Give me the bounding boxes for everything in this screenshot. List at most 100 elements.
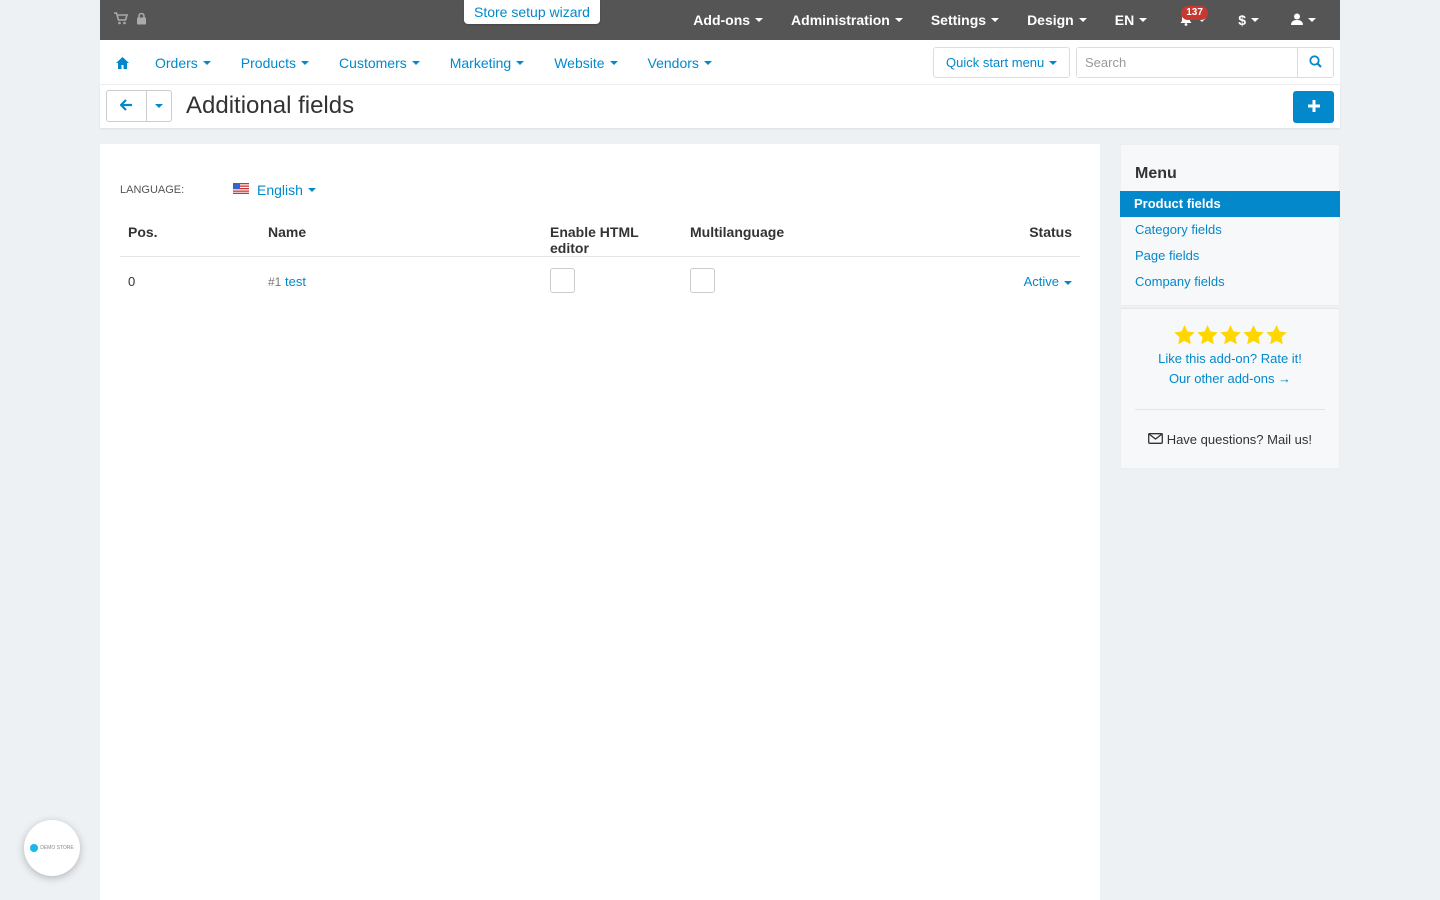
- col-status: Status: [882, 224, 1080, 257]
- table-row: 0 #1 test Active: [120, 257, 1080, 307]
- search-input[interactable]: [1077, 48, 1297, 77]
- star-icon: [1219, 325, 1241, 345]
- status-dropdown[interactable]: Active: [1024, 274, 1072, 289]
- sidebar-item-page-fields[interactable]: Page fields: [1121, 243, 1339, 269]
- col-name: Name: [260, 224, 542, 257]
- star-icon: [1196, 325, 1218, 345]
- currency-menu[interactable]: $: [1224, 0, 1273, 40]
- chevron-down-icon: [516, 60, 525, 65]
- chevron-down-icon: [609, 60, 618, 65]
- row-id: #1: [268, 275, 282, 290]
- chevron-down-icon: [755, 18, 764, 22]
- other-addons-link[interactable]: Our other add-ons →: [1135, 369, 1325, 389]
- demo-store-widget[interactable]: DEMO STORE: [24, 820, 80, 876]
- chevron-down-icon: [1251, 18, 1259, 22]
- quick-start-menu-button[interactable]: Quick start menu: [933, 47, 1070, 78]
- col-pos: Pos.: [120, 224, 260, 257]
- row-status-cell: Active: [882, 257, 1080, 307]
- chevron-down-icon: [301, 60, 310, 65]
- language-value: English: [257, 182, 303, 198]
- nav-customers[interactable]: Customers: [339, 55, 420, 71]
- fields-table: Pos. Name Enable HTML editor Multilangua…: [120, 224, 1080, 307]
- demo-store-logo-icon: [30, 844, 39, 852]
- chevron-down-icon: [1064, 280, 1072, 285]
- table-header-row: Pos. Name Enable HTML editor Multilangua…: [120, 224, 1080, 257]
- top-nav: Add-ons Administration Settings Design E…: [679, 0, 1340, 40]
- cart-icon[interactable]: [114, 12, 128, 25]
- back-button[interactable]: [107, 91, 147, 121]
- search-icon: [1309, 54, 1322, 71]
- settings-label: Settings: [930, 12, 987, 28]
- home-icon[interactable]: [116, 56, 129, 69]
- store-setup-wizard-button[interactable]: Store setup wizard: [464, 0, 600, 24]
- user-icon: [1291, 12, 1303, 28]
- add-field-button[interactable]: [1293, 91, 1334, 123]
- administration-menu[interactable]: Administration: [777, 0, 917, 40]
- nav-marketing[interactable]: Marketing: [449, 54, 525, 71]
- row-pos: 0: [128, 274, 136, 290]
- col-multilanguage: Multilanguage: [682, 224, 882, 257]
- nav-website[interactable]: Website: [554, 55, 618, 71]
- plus-icon: [1307, 99, 1320, 115]
- user-menu[interactable]: [1273, 0, 1340, 40]
- search-button[interactable]: [1297, 48, 1333, 77]
- top-left-icons: [114, 12, 147, 25]
- language-code-label: EN: [1114, 12, 1135, 28]
- multilanguage-checkbox[interactable]: [690, 267, 715, 293]
- language-label: LANGUAGE:: [120, 184, 185, 196]
- back-dropdown-button[interactable]: [147, 91, 171, 121]
- mail-us-link[interactable]: Have questions? Mail us!: [1135, 430, 1325, 450]
- settings-menu[interactable]: Settings: [917, 0, 1013, 40]
- chevron-down-icon: [1308, 18, 1316, 22]
- language-menu[interactable]: EN: [1101, 0, 1161, 40]
- chevron-down-icon: [411, 60, 420, 65]
- language-dropdown[interactable]: English: [257, 182, 316, 198]
- demo-store-logo-text: DEMO STORE: [40, 845, 74, 851]
- chevron-down-icon: [991, 18, 1000, 22]
- row-multilanguage-cell: [682, 257, 882, 307]
- addons-menu[interactable]: Add-ons: [679, 0, 777, 40]
- notifications-menu[interactable]: 137: [1161, 0, 1224, 40]
- nav-vendors-label: Vendors: [647, 54, 699, 71]
- mail-us-label: Have questions? Mail us!: [1166, 432, 1312, 447]
- addons-label: Add-ons: [693, 12, 751, 28]
- rate-addon-link[interactable]: Like this add-on? Rate it!: [1135, 349, 1325, 369]
- chevron-down-icon: [1078, 18, 1087, 22]
- design-label: Design: [1027, 12, 1074, 28]
- star-icon: [1173, 325, 1195, 345]
- nav-customers-label: Customers: [339, 54, 407, 71]
- star-icon: [1242, 325, 1264, 345]
- nav-orders-label: Orders: [155, 54, 198, 71]
- sidebar-title: Menu: [1135, 165, 1177, 182]
- main-nav: Orders Products Customers Marketing Webs…: [100, 40, 1340, 85]
- design-menu[interactable]: Design: [1013, 0, 1101, 40]
- top-bar: Store setup wizard Add-ons Administratio…: [100, 0, 1340, 40]
- nav-products[interactable]: Products: [240, 54, 310, 71]
- nav-vendors[interactable]: Vendors: [648, 55, 712, 71]
- language-selector: LANGUAGE: English: [120, 182, 316, 198]
- nav-orders[interactable]: Orders: [155, 55, 211, 71]
- administration-label: Administration: [791, 12, 890, 28]
- sidebar-item-product-fields[interactable]: Product fields: [1120, 191, 1340, 217]
- row-name-link[interactable]: test: [285, 274, 306, 289]
- chevron-down-icon: [1049, 60, 1058, 65]
- sidebar-item-category-fields[interactable]: Category fields: [1121, 217, 1339, 243]
- envelope-icon: [1148, 432, 1167, 447]
- star-icon: [1265, 325, 1287, 345]
- sidebar-item-company-fields[interactable]: Company fields: [1121, 269, 1339, 295]
- col-html-editor: Enable HTML editor: [542, 224, 682, 257]
- html-editor-checkbox[interactable]: [550, 267, 575, 293]
- divider: [1135, 409, 1325, 410]
- quick-start-label: Quick start menu: [946, 55, 1045, 70]
- us-flag-icon: [233, 182, 249, 194]
- notifications-badge: 137: [1181, 6, 1208, 20]
- nav-products-label: Products: [240, 54, 297, 71]
- lock-icon[interactable]: [136, 12, 147, 25]
- chevron-down-icon: [894, 18, 903, 22]
- status-value: Active: [1023, 274, 1059, 290]
- nav-marketing-label: Marketing: [449, 54, 512, 71]
- back-button-group: [106, 90, 172, 122]
- chevron-down-icon: [155, 104, 163, 108]
- sidebar: Menu Product fields Category fields Page…: [1120, 144, 1340, 469]
- rating-stars[interactable]: [1135, 325, 1325, 345]
